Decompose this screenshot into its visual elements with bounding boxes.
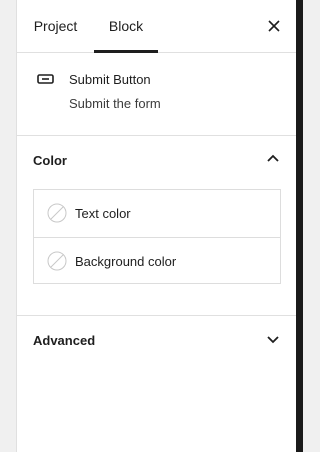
- advanced-panel-toggle[interactable]: Advanced: [17, 316, 296, 366]
- chevron-down-icon: [267, 336, 279, 344]
- advanced-panel-title: Advanced: [33, 333, 96, 348]
- color-panel-toggle[interactable]: Color: [17, 136, 296, 186]
- chevron-up-icon: [267, 154, 279, 162]
- background-color-option[interactable]: Background color: [34, 237, 280, 284]
- close-icon: [268, 20, 280, 32]
- unset-color-swatch-icon: [47, 203, 67, 223]
- color-panel: Color Text color Background color: [17, 136, 296, 316]
- color-panel-title: Color: [33, 153, 67, 168]
- advanced-panel: Advanced: [17, 316, 296, 366]
- editor-canvas-edge: [0, 0, 16, 452]
- button-block-icon: [37, 74, 54, 84]
- close-sidebar-button[interactable]: [262, 14, 286, 38]
- window-edge: [296, 0, 303, 452]
- block-title: Submit Button: [69, 72, 151, 87]
- unset-color-swatch-icon: [47, 251, 67, 271]
- block-description: Submit the form: [69, 96, 161, 111]
- block-settings-sidebar: Project Block Submit Button Submit the f…: [16, 0, 296, 452]
- tab-project[interactable]: Project: [24, 0, 87, 52]
- text-color-label: Text color: [75, 206, 131, 221]
- color-settings-group: Text color Background color: [33, 189, 281, 284]
- sidebar-tabs: Project Block: [17, 0, 296, 53]
- block-card: Submit Button Submit the form: [17, 53, 296, 136]
- tab-block[interactable]: Block: [94, 0, 158, 53]
- background-color-label: Background color: [75, 254, 177, 269]
- text-color-option[interactable]: Text color: [34, 190, 280, 237]
